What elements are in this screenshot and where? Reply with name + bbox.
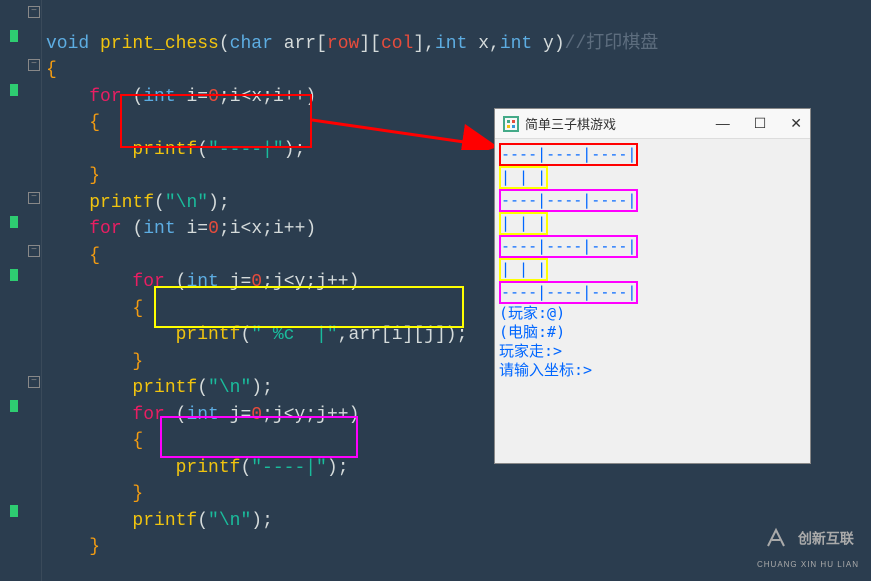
highlight-magenta xyxy=(160,416,358,458)
keyword-void: void xyxy=(46,34,89,54)
window-titlebar[interactable]: 简单三子棋游戏 — ☐ ✕ xyxy=(495,109,810,139)
change-marker xyxy=(10,269,18,281)
editor-gutter: − − − − − xyxy=(0,0,42,581)
fold-marker-icon[interactable]: − xyxy=(28,192,40,204)
fold-marker-icon[interactable]: − xyxy=(28,245,40,257)
comment-text: //打印棋盘 xyxy=(565,34,659,54)
minimize-button[interactable]: — xyxy=(716,115,730,132)
change-marker xyxy=(10,216,18,228)
change-marker xyxy=(10,84,18,96)
function-name: print_chess xyxy=(100,34,219,54)
change-marker xyxy=(10,30,18,42)
change-marker xyxy=(10,400,18,412)
fold-marker-icon[interactable]: − xyxy=(28,59,40,71)
close-button[interactable]: ✕ xyxy=(790,115,802,132)
change-marker xyxy=(10,505,18,517)
console-window: 简单三子棋游戏 — ☐ ✕ ----|----|----| | | | ----… xyxy=(494,108,811,464)
fold-marker-icon[interactable]: − xyxy=(28,376,40,388)
maximize-button[interactable]: ☐ xyxy=(754,115,767,132)
highlight-yellow xyxy=(154,286,464,328)
console-output: ----|----|----| | | | ----|----|----| | … xyxy=(495,139,810,384)
arrow-icon xyxy=(312,96,507,150)
watermark-logo-icon xyxy=(762,526,790,554)
watermark: 创新互联 CHUANG XIN HU LIAN xyxy=(757,526,859,571)
fold-marker-icon[interactable]: − xyxy=(28,6,40,18)
app-icon xyxy=(503,116,519,132)
window-title: 简单三子棋游戏 xyxy=(525,114,616,133)
highlight-red xyxy=(120,94,312,148)
